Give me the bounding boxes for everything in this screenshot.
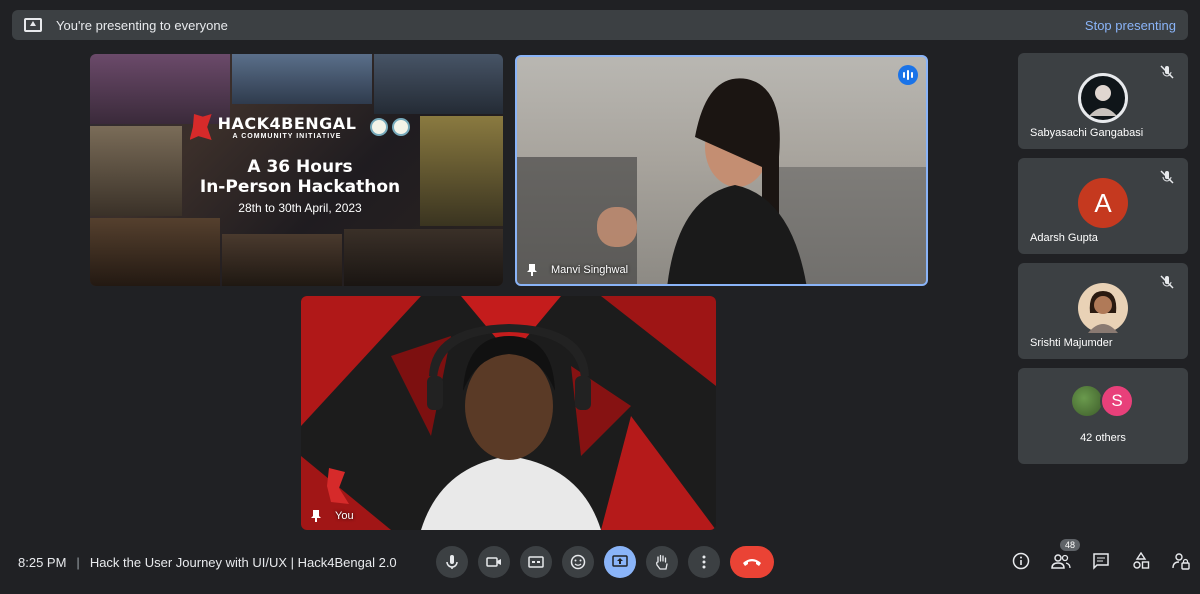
mic-off-icon — [1160, 275, 1174, 289]
others-count: 42 others — [1080, 432, 1126, 444]
call-controls — [436, 546, 774, 578]
speaker-video-tile[interactable]: Manvi Singhwal — [515, 55, 928, 286]
activities-button[interactable] — [1130, 550, 1152, 572]
clock-time: 8:25 PM — [18, 555, 67, 570]
stop-presenting-button[interactable]: Stop presenting — [1085, 18, 1176, 33]
present-screen-icon — [612, 555, 628, 567]
pin-icon[interactable] — [527, 264, 537, 276]
people-button[interactable] — [1050, 550, 1072, 572]
avatar: A — [1078, 178, 1128, 228]
collab-text — [185, 144, 415, 149]
camera-icon — [486, 557, 501, 567]
side-controls — [1010, 550, 1192, 572]
pin-icon[interactable] — [311, 510, 321, 522]
raise-hand-button[interactable] — [646, 546, 678, 578]
more-options-button[interactable] — [688, 546, 720, 578]
banner-left: You're presenting to everyone — [24, 18, 228, 33]
presentation-content: HACK4BENGAL A COMMUNITY INITIATIVE A 36 … — [185, 114, 415, 215]
self-video — [301, 296, 716, 530]
govt-seal-icon — [370, 118, 389, 136]
others-card[interactable]: S 42 others — [1018, 368, 1188, 464]
presenting-banner: You're presenting to everyone Stop prese… — [12, 10, 1188, 40]
brand-tagline: A COMMUNITY INITIATIVE — [232, 133, 342, 140]
activities-icon — [1133, 552, 1150, 569]
host-controls-button[interactable] — [1170, 550, 1192, 572]
coe-seal-icon — [392, 118, 411, 136]
hackathon-dates: 28th to 30th April, 2023 — [238, 201, 362, 216]
meeting-info: 8:25 PM | Hack the User Journey with UI/… — [18, 555, 397, 570]
lock-person-icon — [1172, 553, 1190, 570]
avatar — [1070, 384, 1104, 418]
captions-button[interactable] — [520, 546, 552, 578]
participant-name: Sabyasachi Gangabasi — [1030, 127, 1144, 139]
separator: | — [76, 555, 80, 570]
leave-call-button[interactable] — [730, 546, 774, 578]
mic-off-icon — [1160, 170, 1174, 184]
present-now-button[interactable] — [604, 546, 636, 578]
brand-name: HACK4BENGAL — [217, 114, 357, 133]
raise-hand-icon — [656, 554, 668, 570]
microphone-button[interactable] — [436, 546, 468, 578]
captions-icon — [528, 556, 544, 568]
chat-button[interactable] — [1090, 550, 1112, 572]
mic-off-icon — [1160, 65, 1174, 79]
participant-name: Srishti Majumder — [1030, 337, 1113, 349]
avatar-photo — [1089, 85, 1117, 116]
camera-button[interactable] — [478, 546, 510, 578]
h4b-logo: HACK4BENGAL A COMMUNITY INITIATIVE — [185, 114, 415, 140]
presentation-tile[interactable]: HACK4BENGAL A COMMUNITY INITIATIVE A 36 … — [90, 54, 503, 286]
speaker-video — [517, 78, 926, 284]
partner-logos — [370, 118, 411, 136]
self-name: You — [335, 510, 354, 522]
avatar-photo — [1088, 291, 1118, 333]
h4b-logo-icon — [189, 114, 212, 140]
more-vert-icon — [702, 555, 706, 569]
participant-name: Adarsh Gupta — [1030, 232, 1098, 244]
avatar: S — [1100, 384, 1134, 418]
info-icon — [1012, 552, 1030, 570]
reactions-button[interactable] — [562, 546, 594, 578]
emoji-icon — [570, 554, 586, 570]
participant-card[interactable]: Srishti Majumder — [1018, 263, 1188, 359]
meeting-details-button[interactable] — [1010, 550, 1032, 572]
bottom-toolbar: 8:25 PM | Hack the User Journey with UI/… — [0, 539, 1200, 594]
present-screen-icon — [24, 18, 42, 32]
banner-message: You're presenting to everyone — [56, 17, 228, 33]
end-call-icon — [743, 559, 761, 566]
participant-card[interactable]: Sabyasachi Gangabasi — [1018, 53, 1188, 149]
avatar — [1078, 73, 1128, 123]
speaker-name: Manvi Singhwal — [551, 264, 629, 276]
speaking-indicator-icon — [898, 65, 918, 85]
meeting-title: Hack the User Journey with UI/UX | Hack4… — [89, 555, 397, 570]
hackathon-title-line2: In-Person Hackathon — [199, 177, 401, 198]
microphone-icon — [446, 555, 458, 569]
participant-card[interactable]: A Adarsh Gupta — [1018, 158, 1188, 254]
avatar — [1078, 283, 1128, 333]
chat-icon — [1093, 553, 1109, 570]
people-icon — [1051, 554, 1071, 569]
self-video-tile[interactable]: You — [301, 296, 716, 530]
others-avatars: S — [1070, 384, 1134, 418]
hackathon-title-line1: A 36 Hours — [247, 157, 353, 178]
